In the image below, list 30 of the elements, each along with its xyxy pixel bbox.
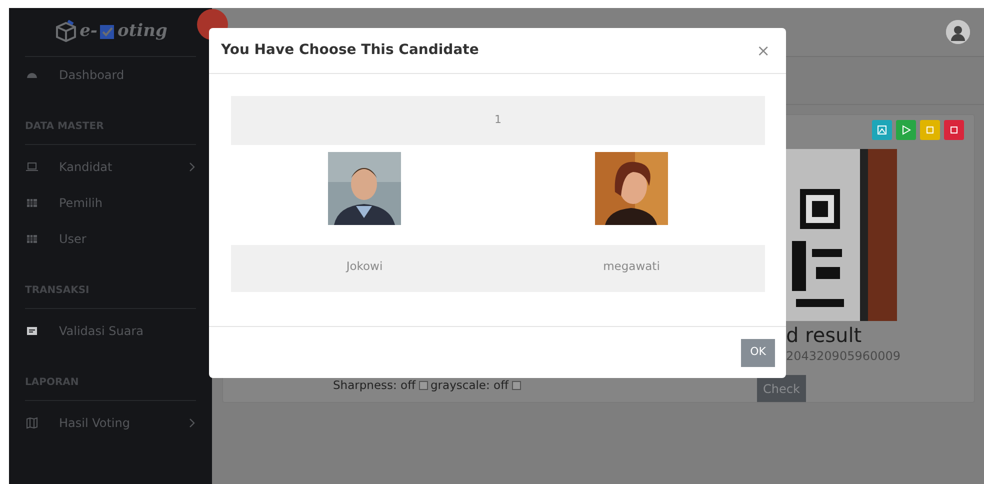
modal-title: You Have Choose This Candidate (221, 41, 479, 60)
ok-button[interactable]: OK (741, 338, 775, 366)
sidebar-item[interactable]: Validasi Suara (25, 313, 196, 349)
toolbar-button[interactable] (896, 120, 916, 140)
square-icon (948, 124, 960, 136)
logo-text: oting (117, 20, 168, 44)
toolbar-button[interactable] (944, 120, 964, 140)
checkbox-icon (99, 24, 116, 40)
logo-text: e- (80, 20, 98, 44)
table-cell: 1 (231, 96, 765, 145)
option-label: grayscale: off (430, 376, 509, 394)
sidebar-item[interactable]: Kandidat (25, 149, 196, 185)
check-button[interactable]: Check (757, 375, 806, 402)
close-button[interactable]: × (752, 38, 774, 62)
candidate-name: Jokowi (344, 258, 384, 275)
candidate-name: megawati (602, 258, 661, 275)
checkbox[interactable] (512, 380, 521, 390)
ballot-box-icon (54, 20, 78, 44)
result-heading: d result (786, 323, 863, 347)
avatar-icon[interactable] (946, 20, 970, 44)
play-icon (900, 124, 912, 136)
toolbar-button[interactable] (872, 120, 892, 140)
checkbox[interactable] (418, 380, 428, 390)
image-icon (876, 124, 888, 136)
option-label: Sharpness: off (333, 376, 416, 394)
square-icon (924, 124, 936, 136)
sidebar-item[interactable]: Hasil Voting (25, 405, 196, 441)
sidebar-item[interactable]: Dashboard (25, 57, 196, 93)
sidebar-item[interactable]: User (25, 221, 196, 257)
sidebar-item[interactable]: Pemilih (25, 185, 196, 221)
